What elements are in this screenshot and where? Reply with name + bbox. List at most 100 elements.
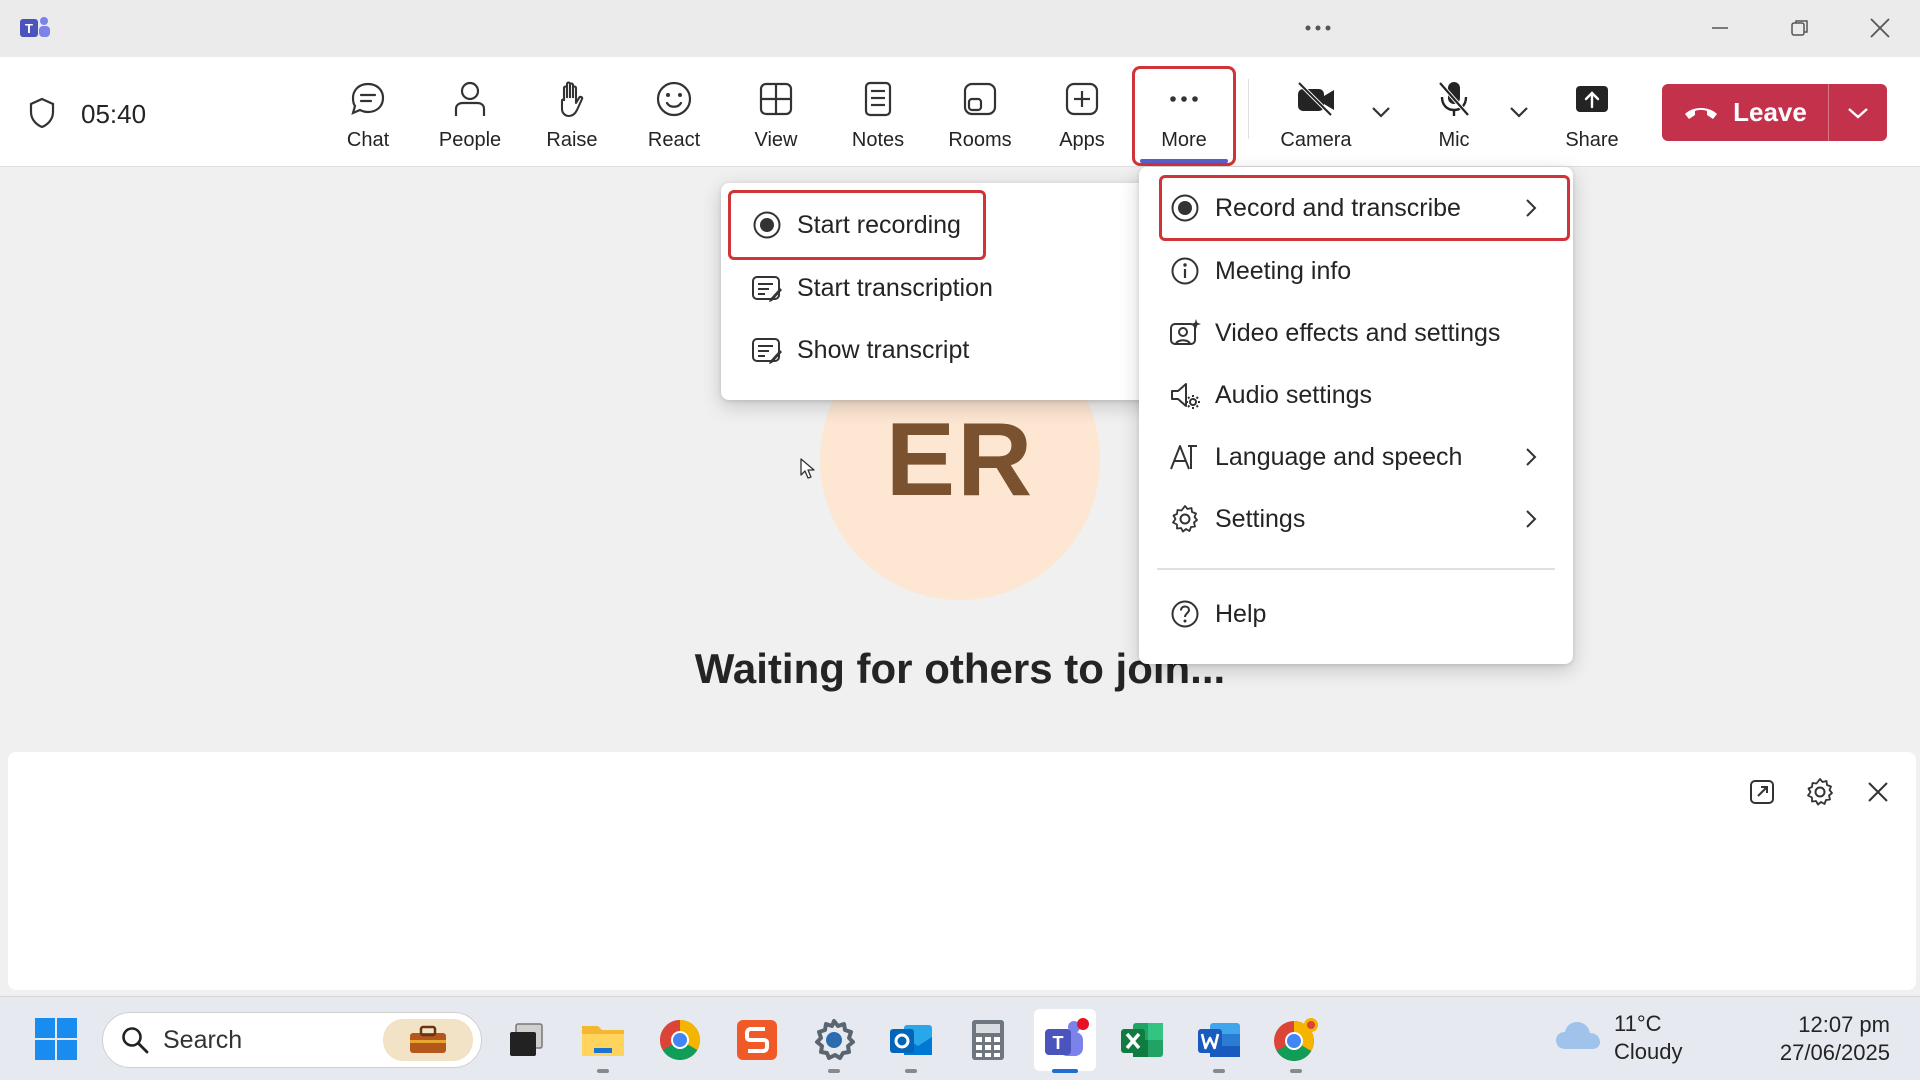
leave-button[interactable]: Leave [1662,84,1828,141]
rooms-icon [958,77,1002,121]
camera-button[interactable]: Camera [1271,65,1361,161]
view-button[interactable]: View [731,65,821,161]
restore-button[interactable] [1778,8,1822,48]
plus-square-icon [1060,77,1104,121]
more-button[interactable]: More [1139,65,1229,161]
taskbar-search[interactable]: Search [102,1012,482,1068]
help-item[interactable]: Help [1139,585,1573,643]
title-more-options-button[interactable] [1300,14,1336,42]
outlook-icon[interactable] [880,1009,942,1073]
video-effects-label: Video effects and settings [1215,318,1501,347]
transcript-icon [751,334,783,366]
active-tab-indicator [1140,159,1228,163]
language-and-speech-label: Language and speech [1215,442,1463,471]
share-icon [1570,77,1614,121]
teams-logo-icon: T [20,15,52,41]
mic-label: Mic [1438,129,1470,151]
apps-button[interactable]: Apps [1037,65,1127,161]
settings-item[interactable]: Settings [1139,490,1573,548]
info-icon [1169,255,1201,287]
word-icon[interactable] [1188,1009,1250,1073]
chrome-icon[interactable] [649,1009,711,1071]
grid-icon [754,77,798,121]
chat-icon [346,77,390,121]
share-label: Share [1565,129,1619,151]
avatar-initials: ER [885,401,1035,518]
chat-button[interactable]: Chat [323,65,413,161]
running-indicator [1290,1069,1302,1073]
meeting-toolbar: 05:40 Chat People Raise React View Notes… [0,57,1920,167]
weather-widget[interactable]: 11°C Cloudy [1554,1011,1754,1067]
close-window-button[interactable] [1858,8,1902,48]
leave-label: Leave [1733,97,1807,127]
search-icon [119,1024,151,1056]
chevron-right-icon [1517,443,1545,471]
start-recording-item[interactable]: Start recording [721,196,1156,254]
chevron-down-icon [1848,107,1868,119]
raise-label: Raise [546,129,598,151]
mic-options-button[interactable] [1504,97,1534,127]
camera-label: Camera [1280,129,1352,151]
chrome-icon[interactable] [1265,1009,1327,1073]
help-label: Help [1215,599,1267,628]
help-icon [1169,598,1201,630]
svg-text:T: T [1053,1033,1064,1053]
excel-icon[interactable] [1111,1009,1173,1071]
notes-button[interactable]: Notes [833,65,923,161]
running-indicator [597,1069,609,1073]
apps-label: Apps [1059,129,1105,151]
running-indicator [1213,1069,1225,1073]
teams-icon[interactable]: T [1034,1009,1096,1073]
calculator-icon[interactable] [957,1009,1019,1071]
system-clock[interactable]: 12:07 pm 27/06/2025 [1740,1011,1890,1067]
start-transcription-label: Start transcription [797,273,993,302]
notes-icon [856,77,900,121]
minimize-button[interactable] [1698,8,1742,48]
windows-logo-icon [35,1018,77,1060]
video-effects-item[interactable]: Video effects and settings [1139,304,1573,362]
more-label: More [1161,129,1207,151]
snagit-icon[interactable] [726,1009,788,1071]
rooms-button[interactable]: Rooms [935,65,1025,161]
title-bar: T [0,0,1920,57]
record-and-transcribe-label: Record and transcribe [1215,193,1461,222]
show-transcript-item[interactable]: Show transcript [721,321,1156,379]
running-indicator [905,1069,917,1073]
meeting-info-item[interactable]: Meeting info [1139,242,1573,300]
gear-icon [1807,778,1833,806]
audio-settings-item[interactable]: Audio settings [1139,366,1573,424]
start-button[interactable] [34,1017,78,1061]
gear-icon [1169,503,1201,535]
leave-options-button[interactable] [1829,106,1887,120]
camera-options-button[interactable] [1366,97,1396,127]
svg-text:T: T [25,21,33,36]
settings-icon[interactable] [803,1009,865,1073]
caption-settings-button[interactable] [1800,772,1840,812]
people-button[interactable]: People [425,65,515,161]
running-indicator [1052,1069,1078,1073]
people-label: People [438,129,502,151]
transcript-icon [751,272,783,304]
record-submenu: Start recording Start transcription Show… [721,183,1156,400]
video-effects-icon [1169,317,1201,349]
restore-icon [1791,20,1808,36]
react-button[interactable]: React [629,65,719,161]
ellipsis-icon [1305,25,1331,31]
share-button[interactable]: Share [1547,65,1637,161]
raise-hand-button[interactable]: Raise [527,65,617,161]
language-and-speech-item[interactable]: Language and speech [1139,428,1573,486]
leave-button-group: Leave [1662,84,1887,141]
audio-settings-label: Audio settings [1215,380,1373,409]
more-options-menu: Record and transcribe Meeting info Video… [1139,167,1573,664]
start-transcription-item[interactable]: Start transcription [721,259,1156,317]
file-explorer-icon[interactable] [572,1009,634,1073]
task-view-icon[interactable] [495,1009,557,1071]
raise-hand-icon [550,77,594,121]
record-and-transcribe-item[interactable]: Record and transcribe [1139,179,1573,237]
pop-out-button[interactable] [1742,772,1782,812]
caption-close-button[interactable] [1858,772,1898,812]
toolbar-divider [1248,79,1249,139]
mic-button[interactable]: Mic [1409,65,1499,161]
settings-label: Settings [1215,504,1306,533]
rooms-label: Rooms [948,129,1012,151]
